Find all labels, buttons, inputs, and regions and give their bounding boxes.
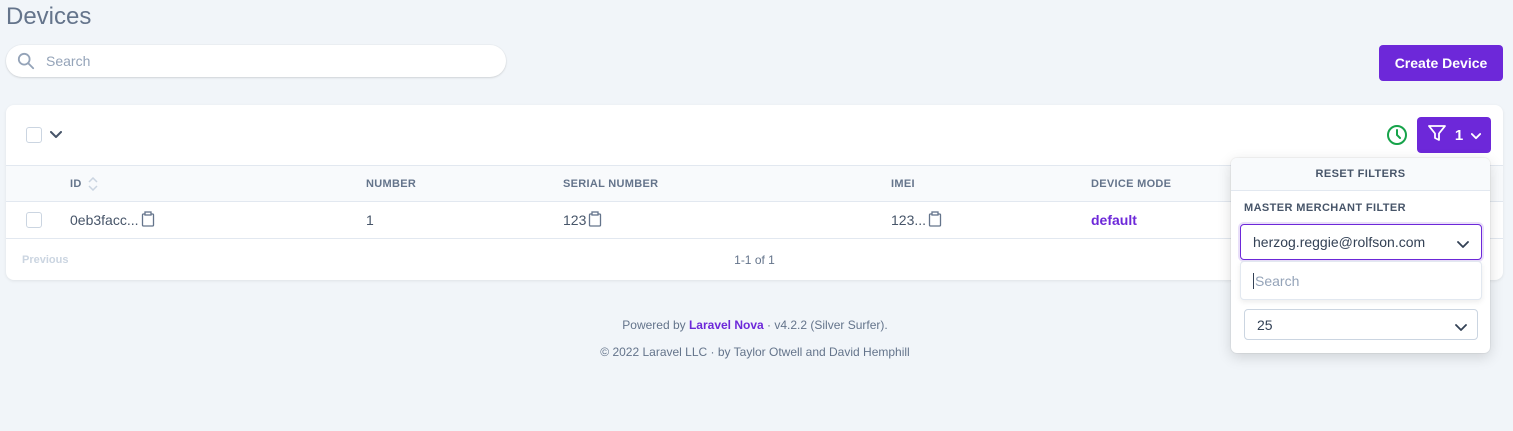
device-mode-link[interactable]: default	[1091, 212, 1137, 228]
row-checkbox[interactable]	[26, 212, 42, 228]
chevron-down-icon	[1455, 319, 1467, 335]
chevron-down-icon	[1471, 127, 1482, 144]
laravel-nova-link[interactable]: Laravel Nova	[689, 318, 764, 332]
filter-icon	[1427, 123, 1447, 147]
cell-id: 0eb3facc...	[70, 202, 155, 238]
per-page-value: 25	[1257, 316, 1273, 333]
cell-device-mode[interactable]: default	[1091, 202, 1137, 238]
master-merchant-select[interactable]: herzog.reggie@rolfson.com	[1240, 224, 1482, 260]
cell-serial-number: 123	[563, 202, 602, 238]
merchant-search-input[interactable]	[1253, 272, 1473, 289]
table-toolbar: 1	[6, 105, 1503, 165]
sort-icon[interactable]	[88, 176, 98, 191]
column-header-number: NUMBER	[366, 177, 417, 190]
per-page-select[interactable]: 25	[1244, 309, 1478, 340]
merchant-search-box[interactable]	[1240, 261, 1482, 300]
page-title: Devices	[6, 3, 92, 30]
search-input[interactable]	[46, 53, 466, 69]
clock-icon[interactable]	[1386, 124, 1408, 146]
filter-count: 1	[1454, 126, 1464, 144]
cell-number: 1	[366, 212, 374, 228]
copy-icon[interactable]	[141, 210, 155, 230]
copy-icon[interactable]	[588, 210, 602, 230]
column-header-serial-number: SERIAL NUMBER	[563, 177, 659, 190]
column-header-device-mode: DEVICE MODE	[1091, 177, 1172, 190]
row-checkbox-cell	[26, 202, 42, 238]
selected-value: herzog.reggie@rolfson.com	[1253, 234, 1426, 250]
search-bar[interactable]	[6, 45, 506, 77]
copy-icon[interactable]	[928, 210, 942, 230]
filter-button[interactable]: 1	[1417, 117, 1491, 153]
chevron-down-icon	[1457, 236, 1469, 252]
filter-dropdown: RESET FILTERS MASTER MERCHANT FILTER her…	[1231, 158, 1490, 353]
select-all-checkbox[interactable]	[26, 127, 42, 143]
search-icon	[16, 51, 36, 71]
column-header-id[interactable]: ID	[70, 166, 98, 201]
column-header-imei: IMEI	[891, 177, 915, 190]
cell-imei: 123...	[891, 202, 942, 238]
filter-label: MASTER MERCHANT FILTER	[1244, 202, 1406, 214]
reset-filters-button[interactable]: RESET FILTERS	[1231, 158, 1490, 191]
create-device-button[interactable]: Create Device	[1379, 45, 1503, 81]
chevron-down-icon[interactable]	[48, 127, 64, 143]
